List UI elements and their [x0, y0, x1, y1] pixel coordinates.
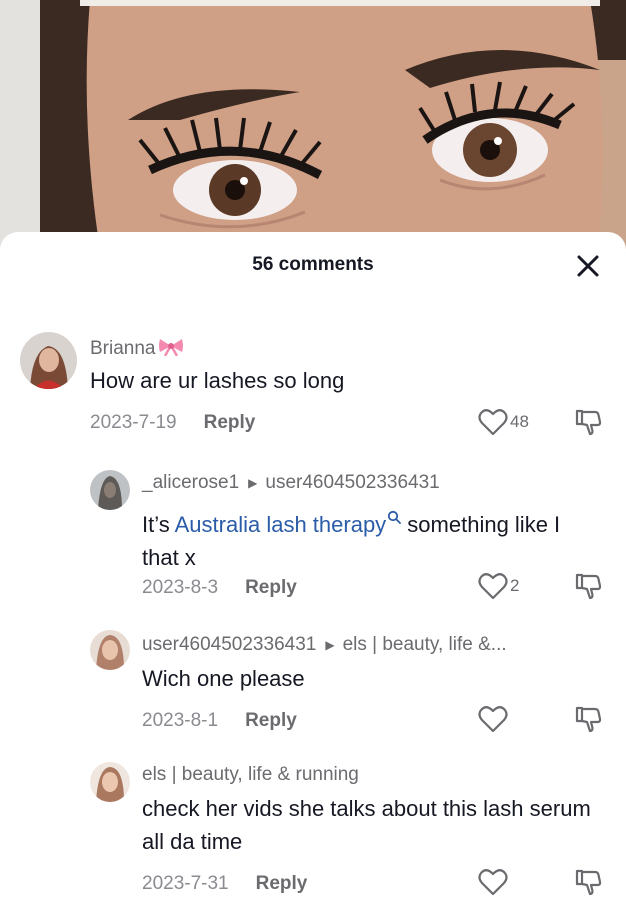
thumbs-down-icon: [575, 706, 602, 733]
thumbs-down-icon: [575, 409, 602, 436]
comment-text: Wich one please: [142, 666, 305, 691]
close-icon: [577, 255, 599, 277]
thumbs-down-icon: [575, 573, 602, 600]
avatar[interactable]: [90, 630, 130, 670]
reply-to-username[interactable]: user4604502336431: [265, 472, 439, 494]
avatar-photo: [90, 630, 130, 670]
video-preview[interactable]: [0, 0, 626, 250]
search-link[interactable]: Australia lash therapy: [174, 510, 402, 537]
username-row: _alicerose1 ▶ user4604502336431: [142, 472, 440, 494]
avatar[interactable]: [90, 762, 130, 802]
bow-emoji-icon: [158, 336, 184, 362]
username[interactable]: user4604502336431: [142, 634, 316, 656]
avatar-photo: [90, 762, 130, 802]
avatar-photo: [90, 470, 130, 510]
like-count: 48: [510, 412, 529, 431]
reply-arrow-icon: ▶: [325, 638, 335, 652]
comment-text-part: It’s: [142, 512, 175, 537]
heart-icon: [478, 869, 508, 896]
comment-date: 2023-8-3: [142, 577, 219, 598]
like-button[interactable]: 2: [478, 572, 519, 600]
comment-date: 2023-8-1: [142, 710, 219, 731]
username[interactable]: Brianna: [90, 338, 156, 360]
comment-meta: 2023-7-31 Reply: [142, 873, 307, 895]
username[interactable]: _alicerose1: [142, 472, 239, 494]
thumbs-down-icon: [575, 869, 602, 896]
comment-text: check her vids she talks about this lash…: [142, 796, 591, 854]
like-button[interactable]: 48: [478, 408, 529, 436]
reply-item: _alicerose1 ▶ user4604502336431 It’s Aus…: [0, 464, 626, 614]
reply-item: els | beauty, life & running check her v…: [0, 758, 626, 900]
comment-meta: 2023-7-19 Reply: [90, 412, 255, 434]
dislike-button[interactable]: [574, 705, 602, 738]
comment-date: 2023-7-19: [90, 412, 177, 433]
reply-button[interactable]: Reply: [204, 412, 256, 434]
heart-icon: [478, 706, 508, 733]
like-count: 2: [510, 576, 520, 595]
like-button[interactable]: [478, 705, 508, 733]
reply-to-username[interactable]: els | beauty, life &...: [343, 634, 507, 656]
reply-arrow-icon: ▶: [248, 476, 258, 490]
comment-text: It’s Australia lash therapy something li…: [142, 500, 592, 574]
avatar[interactable]: [90, 470, 130, 510]
heart-icon: [478, 573, 508, 600]
reply-button[interactable]: Reply: [256, 873, 308, 895]
reply-button[interactable]: Reply: [245, 577, 297, 599]
comments-header: 56 comments: [0, 232, 626, 296]
username-row: user4604502336431 ▶ els | beauty, life &…: [142, 634, 507, 656]
username-row: Brianna: [90, 336, 184, 362]
avatar-photo: [20, 332, 77, 389]
comment-date: 2023-7-31: [142, 873, 229, 894]
like-button[interactable]: [478, 868, 508, 896]
avatar[interactable]: [20, 332, 77, 389]
comment-meta: 2023-8-1 Reply: [142, 710, 297, 732]
comment-meta: 2023-8-3 Reply: [142, 577, 297, 599]
search-link-label: Australia lash therapy: [174, 512, 387, 537]
comment-count: 56 comments: [252, 254, 374, 275]
dislike-button[interactable]: [574, 408, 602, 441]
heart-icon: [478, 409, 508, 436]
reply-item: user4604502336431 ▶ els | beauty, life &…: [0, 626, 626, 746]
reply-button[interactable]: Reply: [245, 710, 297, 732]
comments-sheet: 56 comments Brianna How are ur lashes so…: [0, 232, 626, 900]
username-row: els | beauty, life & running: [142, 764, 359, 786]
eyes-closeup-photo: [0, 0, 626, 250]
dislike-button[interactable]: [574, 572, 602, 605]
search-icon: [387, 500, 402, 533]
close-button[interactable]: [572, 250, 604, 282]
dislike-button[interactable]: [574, 868, 602, 900]
comment-item: Brianna How are ur lashes so long 2023-7…: [0, 324, 626, 444]
comment-text: How are ur lashes so long: [90, 368, 345, 393]
username[interactable]: els | beauty, life & running: [142, 764, 359, 786]
